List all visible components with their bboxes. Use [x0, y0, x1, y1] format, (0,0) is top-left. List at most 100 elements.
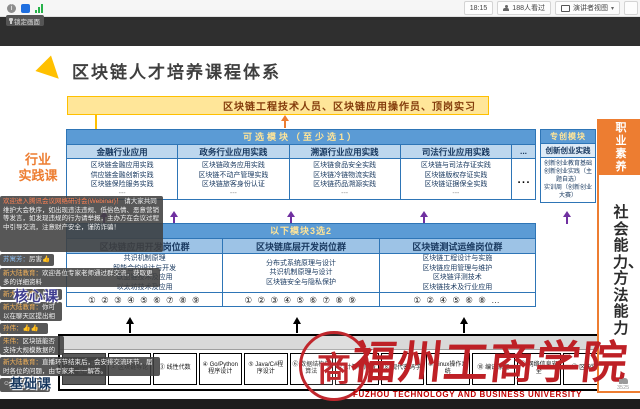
slide-logo-icon — [35, 55, 66, 86]
special-module-subheader: 创新创业实践 — [541, 143, 595, 158]
column-title: 金融行业应用 — [67, 144, 177, 159]
flow-arrow — [170, 211, 178, 217]
special-module-header: 专创模块 — [541, 130, 595, 143]
flow-arrow — [563, 211, 571, 217]
flow-arrow — [126, 317, 134, 324]
chat-sender: 孙伟： — [3, 325, 23, 332]
chevron-down-icon: ▾ — [611, 5, 614, 12]
course-numbers: ① ② ④ ⑤ ⑥ ⑧ … — [379, 292, 535, 306]
course-item: 区块链技术及行业应用 — [380, 283, 535, 293]
jobs-banner: 区块链工程技术人员、区块链应用操作员、顶岗实习 — [67, 96, 489, 115]
course-item: 创新创业教育基础 — [542, 160, 594, 168]
label-line: 行业 — [12, 152, 64, 168]
ellipsis-dash: --- — [401, 190, 511, 198]
column-courses: 区块链食品安全实践 区块链冷链物流实践 区块链药品溯源实践 --- — [289, 159, 400, 199]
person-icon — [503, 5, 509, 11]
course-item: 区块链不动产管理实践 — [178, 171, 288, 181]
course-item: 共识机制原理与设计 — [223, 268, 378, 278]
participants-chip[interactable]: 188人看过 — [497, 1, 551, 15]
network-signal-icon — [35, 4, 43, 13]
column-title: 司法行业应用实践 — [400, 144, 511, 159]
view-mode-dropdown[interactable]: 演讲者视图 ▾ — [555, 1, 620, 15]
special-module-panel: 专创模块 创新创业实践 创新创业教育基础 创新创业实践（主题自选） 实训周（创新… — [540, 129, 596, 203]
course-item: 共识机制原理 — [67, 254, 222, 264]
flow-arrow — [420, 211, 428, 217]
course-item: 区块链旅客身份认证 — [178, 180, 288, 190]
course-numbers: ① ② ③ ④ ⑤ ⑥ ⑦ ⑧ ⑨ — [222, 292, 378, 306]
column-title: 区块链测试运维岗位群 — [379, 238, 535, 254]
label-industry-practice: 行业 实践课 — [12, 152, 64, 184]
chat-message: 新大陆教育：欢迎各位专家老师通过群交流，获取更多的详细资料 — [0, 268, 160, 287]
pin-view-button[interactable]: 锁定画面 — [6, 15, 44, 26]
university-watermark: 福州工商学院 — [349, 326, 638, 391]
label-line: 实践课 — [12, 168, 64, 184]
chat-message: 孙伟：👍👍👍 — [0, 323, 48, 334]
more-columns-body: ... — [511, 159, 535, 199]
label-basic-courses: 基础课 — [10, 373, 52, 392]
course-item: 区块链保险服务实践 — [67, 180, 177, 190]
column-title: 政务行业应用实践 — [177, 144, 288, 159]
optional-module-table: 可选模块（至少选1） 金融行业应用 政务行业应用实践 溯源行业应用实践 司法行业… — [66, 129, 536, 200]
slide-title: 区块链人才培养课程体系 — [72, 58, 281, 83]
course-item: 创新创业实践（主题自选） — [542, 168, 594, 184]
column-courses: 区块链金融应用实践 供应链金融创新实践 区块链保险服务实践 --- — [67, 159, 177, 199]
overflow-chip[interactable] — [624, 1, 638, 15]
abilities-vertical-text: 社会能力、方法能力 — [613, 205, 629, 337]
course-item: 供应链金融创新实践 — [67, 171, 177, 181]
course-item: 区块链工程设计与实施 — [380, 254, 535, 264]
participants-count: 188人看过 — [512, 3, 545, 13]
chat-message: 苏寓芳：厉害👍 — [0, 254, 54, 266]
chat-text: 厉害👍 — [29, 256, 50, 263]
more-columns-title: ... — [511, 144, 535, 159]
share-toolbar: i 18:15 188人看过 演讲者视图 ▾ — [0, 0, 640, 17]
chat-sender: 新大陆教育： — [3, 359, 42, 366]
chat-sender: 新大陆教育： — [3, 270, 42, 277]
special-module-courses: 创新创业教育基础 创新创业实践（主题自选） 实训周（创新创业大赛） — [541, 158, 595, 202]
course-item: 实训周（创新创业大赛） — [542, 184, 594, 200]
course-item: 区块链版权存证实践 — [401, 171, 511, 181]
meeting-window: i 18:15 188人看过 演讲者视图 ▾ 锁定画面 区块 — [0, 0, 640, 409]
optional-module-header: 可选模块（至少选1） — [67, 130, 535, 144]
university-watermark-en: FUZHOU TECHNOLOGY AND BUSINESS UNIVERSIT… — [353, 390, 582, 399]
course-item: 区块链评测技术 — [380, 273, 535, 283]
course-item: 区块链冷链物流实践 — [290, 171, 400, 181]
ellipsis-dash: --- — [290, 190, 400, 198]
course-box: ⑤ Java/C#程序设计 — [244, 353, 288, 385]
flow-arrow — [460, 317, 468, 324]
clock-chip: 18:15 — [464, 1, 494, 15]
toolbar-dark-band — [0, 17, 640, 46]
thumbs-up-icon — [619, 376, 628, 384]
course-item: 区块链证据保全实践 — [401, 180, 511, 190]
column-title: 溯源行业应用实践 — [289, 144, 400, 159]
chat-emoji: ☺ — [3, 380, 10, 387]
course-item: 区块链金融应用实践 — [67, 161, 177, 171]
course-numbers: ① ② ③ ④ ⑤ ⑥ ⑦ ⑧ ⑨ — [67, 292, 222, 306]
flow-arrow — [287, 211, 295, 217]
pin-view-label: 锁定画面 — [14, 16, 40, 26]
course-item: 区块链与司法存证实践 — [401, 161, 511, 171]
flow-arrow — [293, 317, 301, 324]
course-item: 区块链政务应用实践 — [178, 161, 288, 171]
chat-sender: 苏寓芳： — [3, 256, 29, 263]
monitor-icon — [561, 5, 570, 12]
column-courses: 区块链工程设计与实施 区块链应用管理与维护 区块链评测技术 区块链技术及行业应用 — [379, 254, 535, 292]
like-button[interactable]: 3525 — [617, 376, 629, 391]
flow-arrow — [281, 115, 289, 121]
pin-icon — [10, 18, 12, 24]
info-icon: i — [7, 4, 16, 13]
column-courses: 区块链与司法存证实践 区块链版权存证实践 区块链证据保全实践 --- — [400, 159, 511, 199]
tab-label: 职业素养 — [615, 122, 628, 174]
column-title: 区块链底层开发岗位群 — [222, 238, 378, 254]
chat-system-intro: 欢迎进入腾讯会议网络研讨会(Webinar)！ — [3, 198, 122, 205]
shield-icon — [21, 4, 30, 13]
course-item: 区块链安全与隐私保护 — [223, 278, 378, 288]
status-icons: i — [0, 4, 43, 13]
chat-sender: 朱伟： — [3, 338, 23, 345]
column-courses: 区块链政务应用实践 区块链不动产管理实践 区块链旅客身份认证 --- — [177, 159, 288, 199]
time-label: 18:15 — [470, 5, 488, 12]
vocational-quality-tab: 职业素养 — [599, 121, 640, 175]
seal-character: 商 — [317, 342, 351, 391]
bottom-bar — [0, 399, 640, 409]
course-item: 区块链食品安全实践 — [290, 161, 400, 171]
like-count: 3525 — [617, 385, 629, 391]
